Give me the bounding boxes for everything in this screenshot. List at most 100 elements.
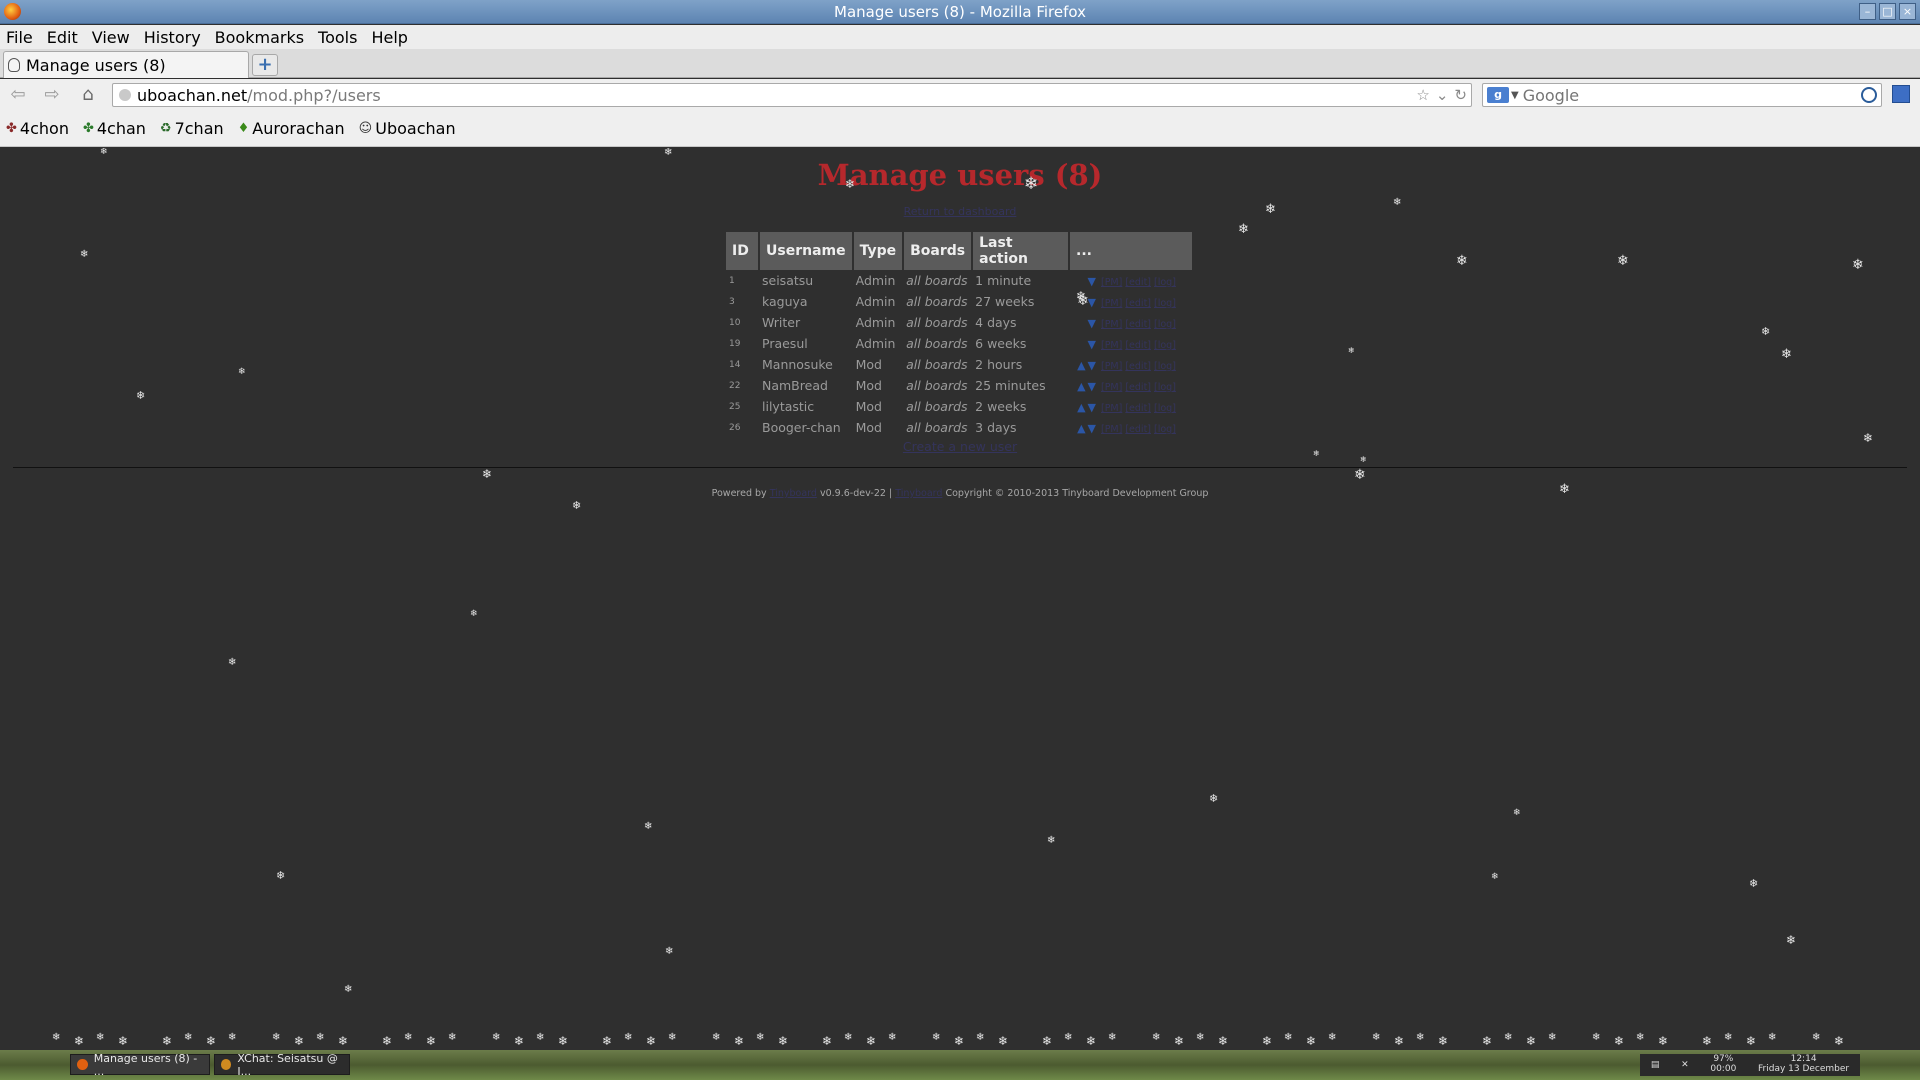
table-row: 1 seisatsu Admin all boards 1 minute ▼ [PM] [ed… [726,270,1193,291]
user-username: Booger-chan [762,420,841,435]
pm-link[interactable]: [PM] [1101,277,1122,288]
user-type: Admin [855,336,896,351]
snowflake-icon: ❄ [1592,1032,1601,1043]
menu-edit[interactable]: Edit [47,28,78,47]
return-to-dashboard-link[interactable]: Return to dashboard [0,205,1920,218]
edit-link[interactable]: [edit] [1125,361,1151,372]
menu-tools[interactable]: Tools [318,28,357,47]
user-boards: all boards [906,273,968,288]
reload-icon[interactable]: ↻ [1454,86,1467,104]
menu-file[interactable]: File [6,28,33,47]
log-link[interactable]: [log] [1154,403,1176,414]
pm-link[interactable]: [PM] [1101,340,1122,351]
bookmark-star-icon[interactable]: ☆ [1416,86,1429,104]
user-boards: all boards [906,357,968,372]
promote-arrow-icon[interactable]: ▲ [1077,359,1085,372]
demote-arrow-icon[interactable]: ▼ [1088,380,1096,393]
edit-link[interactable]: [edit] [1125,319,1151,330]
bookmark-4chon[interactable]: ✤ 4chon [6,119,69,138]
snowflake-icon: ❄ [74,1034,85,1048]
demote-arrow-icon[interactable]: ▼ [1088,401,1096,414]
log-link[interactable]: [log] [1154,361,1176,372]
promote-arrow-icon[interactable]: ▲ [1077,380,1085,393]
snowflake-icon: ❄ [404,1032,413,1043]
search-bar[interactable]: g ▼ [1482,83,1882,107]
tab-manage-users[interactable]: Manage users (8) [3,51,249,78]
promote-arrow-icon[interactable]: ▲ [1077,401,1085,414]
navigation-toolbar: ⇦ ⇨ ⌂ uboachan.net/mod.php?/users ☆ ⌄ ↻ … [0,79,1920,111]
log-link[interactable]: [log] [1154,340,1176,351]
site-identity-icon[interactable] [119,89,131,101]
snowflake-icon: ❄ [344,984,353,995]
demote-arrow-icon[interactable]: ▼ [1088,422,1096,435]
maximize-button[interactable]: □ [1879,3,1896,20]
edit-link[interactable]: [edit] [1125,298,1151,309]
demote-arrow-icon[interactable]: ▼ [1088,275,1096,288]
address-bar[interactable]: uboachan.net/mod.php?/users ☆ ⌄ ↻ [112,83,1472,107]
new-tab-button[interactable]: + [252,54,278,76]
edit-link[interactable]: [edit] [1125,340,1151,351]
user-id: 3 [729,296,735,307]
snowflake-icon: ❄ [664,148,673,158]
snowflake-icon: ❄ [822,1034,833,1048]
addon-icon[interactable] [1892,85,1910,103]
pm-link[interactable]: [PM] [1101,382,1122,393]
tinyboard-link[interactable]: Tinyboard [895,488,942,499]
search-icon[interactable] [1861,87,1877,103]
tinyboard-link[interactable]: Tinyboard [770,488,817,499]
xchat-tray-icon[interactable]: ✕ [1681,1060,1689,1070]
edit-link[interactable]: [edit] [1125,277,1151,288]
bookmark-4chan[interactable]: ✤ 4chan [83,119,146,138]
menu-history[interactable]: History [144,28,201,47]
column-header-boards: Boards [903,232,974,270]
snowflake-icon: ❄ [1238,222,1249,237]
taskbar-button-firefox[interactable]: Manage users (8) - ... [70,1051,210,1078]
users-table: ID Username Type Boards Last action ... … [726,232,1194,438]
bookmark-7chan[interactable]: ♻ 7chan [160,119,224,138]
close-window-button[interactable]: × [1899,3,1916,20]
snowflake-icon: ❄ [206,1034,217,1048]
log-link[interactable]: [log] [1154,319,1176,330]
taskbar-button-xchat[interactable]: XChat: Seisatsu @ I... [214,1052,350,1078]
edit-link[interactable]: [edit] [1125,403,1151,414]
network-icon[interactable]: ▤ [1651,1060,1660,1070]
menu-bookmarks[interactable]: Bookmarks [215,28,304,47]
back-icon[interactable]: ⇦ [6,84,30,106]
google-engine-icon[interactable]: g [1487,87,1509,103]
pm-link[interactable]: [PM] [1101,361,1122,372]
demote-arrow-icon[interactable]: ▼ [1088,338,1096,351]
history-dropdown-icon[interactable]: ⌄ [1436,86,1449,104]
snowflake-icon: ❄ [1491,872,1499,882]
bookmark-aurorachan[interactable]: ♦ Aurorachan [238,119,345,138]
pm-link[interactable]: [PM] [1101,424,1122,435]
log-link[interactable]: [log] [1154,382,1176,393]
clock[interactable]: 12:14 Friday 13 December [1758,1054,1849,1075]
chevron-down-icon[interactable]: ▼ [1511,90,1519,101]
bookmark-uboachan[interactable]: ☺ Uboachan [359,119,456,138]
create-new-user-link[interactable]: Create a new user [0,439,1920,454]
forward-icon[interactable]: ⇨ [40,84,64,106]
search-input[interactable] [1522,85,1853,105]
pm-link[interactable]: [PM] [1101,403,1122,414]
menu-view[interactable]: View [92,28,130,47]
home-icon[interactable]: ⌂ [76,84,100,106]
demote-arrow-icon[interactable]: ▼ [1088,359,1096,372]
promote-arrow-icon[interactable]: ▲ [1077,422,1085,435]
pm-link[interactable]: [PM] [1101,298,1122,309]
user-actions: ▲ ▼ [PM] [edit] [log] [1069,417,1193,438]
pm-link[interactable]: [PM] [1101,319,1122,330]
menu-help[interactable]: Help [371,28,407,47]
log-link[interactable]: [log] [1154,298,1176,309]
taskbar-button-label: Manage users (8) - ... [93,1051,198,1078]
battery-indicator[interactable]: 97% 00:00 [1710,1054,1736,1075]
demote-arrow-icon[interactable]: ▼ [1088,317,1096,330]
log-link[interactable]: [log] [1154,424,1176,435]
user-last-action: 3 days [975,420,1017,435]
demote-arrow-icon[interactable]: ▼ [1088,296,1096,309]
edit-link[interactable]: [edit] [1125,382,1151,393]
user-type: Admin [855,294,896,309]
user-last-action: 2 weeks [975,399,1027,414]
edit-link[interactable]: [edit] [1125,424,1151,435]
minimize-button[interactable]: – [1859,3,1876,20]
log-link[interactable]: [log] [1154,277,1176,288]
